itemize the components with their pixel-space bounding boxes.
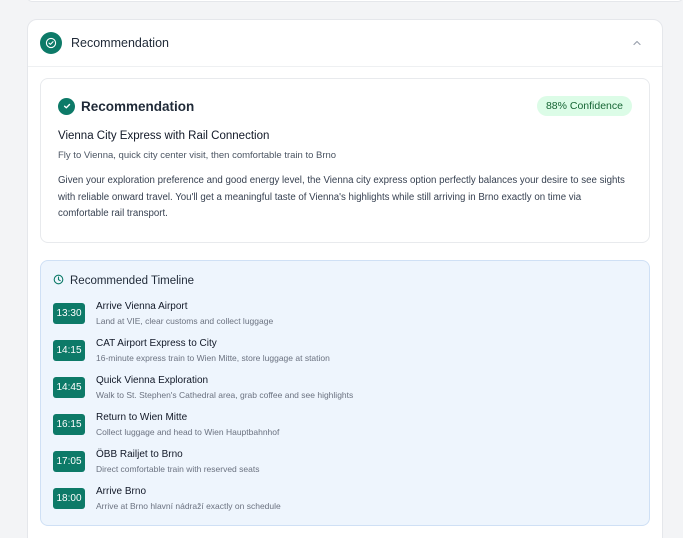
- time-badge: 14:15: [53, 340, 85, 361]
- accordion-title: Recommendation: [71, 36, 169, 50]
- recommendation-rationale: Given your exploration preference and go…: [58, 175, 625, 219]
- recommended-timeline: Recommended Timeline 13:30 Arrive Vienna…: [40, 260, 650, 526]
- check-circle-icon: [40, 32, 62, 54]
- time-badge: 18:00: [53, 488, 85, 509]
- time-badge: 13:30: [53, 303, 85, 324]
- timeline-item-title: Return to Wien Mitte: [96, 412, 188, 423]
- recommendation-header: Recommendation 88% Confidence: [58, 95, 632, 117]
- time-badge: 17:05: [53, 451, 85, 472]
- timeline-item-desc: Land at VIE, clear customs and collect l…: [96, 316, 274, 326]
- option-title: Vienna City Express with Rail Connection: [58, 130, 270, 142]
- timeline-item-title: Arrive Brno: [96, 486, 147, 497]
- timeline-item: 18:00 Arrive Brno Arrive at Brno hlavní …: [53, 485, 637, 522]
- timeline-item: 16:15 Return to Wien Mitte Collect lugga…: [53, 411, 637, 448]
- timeline-item: 13:30 Arrive Vienna Airport Land at VIE,…: [53, 300, 637, 337]
- timeline-item-desc: Arrive at Brno hlavní nádraží exactly on…: [96, 501, 281, 511]
- accordion-body: Recommendation 88% Confidence Vienna Cit…: [28, 67, 662, 526]
- chevron-up-icon[interactable]: [630, 36, 644, 50]
- confidence-badge: 88% Confidence: [536, 96, 632, 116]
- timeline-item-desc: Walk to St. Stephen's Cathedral area, gr…: [96, 390, 354, 400]
- option-subtitle: Fly to Vienna, quick city center visit, …: [58, 150, 337, 161]
- check-icon: [58, 97, 75, 115]
- accordion-header[interactable]: Recommendation: [28, 20, 662, 67]
- timeline-item-desc: Direct comfortable train with reserved s…: [96, 464, 260, 474]
- previous-card: [27, 0, 683, 2]
- timeline-item-desc: Collect luggage and head to Wien Hauptba…: [96, 427, 280, 437]
- recommendation-card: Recommendation 88% Confidence Vienna Cit…: [40, 78, 650, 243]
- timeline-list: 13:30 Arrive Vienna Airport Land at VIE,…: [53, 300, 637, 522]
- timeline-item: 14:15 CAT Airport Express to City 16-min…: [53, 337, 637, 374]
- time-badge: 16:15: [53, 414, 85, 435]
- timeline-item-title: Arrive Vienna Airport: [96, 301, 188, 312]
- timeline-item: 17:05 ÖBB Railjet to Brno Direct comfort…: [53, 448, 637, 485]
- timeline-item-title: ÖBB Railjet to Brno: [96, 449, 183, 460]
- timeline-item-title: Quick Vienna Exploration: [96, 375, 209, 386]
- recommendation-accordion: Recommendation Recommendation 88% Confid…: [27, 19, 663, 538]
- timeline-item-title: CAT Airport Express to City: [96, 338, 217, 349]
- recommendation-title: Recommendation: [81, 98, 195, 114]
- timeline-item-desc: 16-minute express train to Wien Mitte, s…: [96, 353, 330, 363]
- clock-icon: [53, 272, 64, 290]
- timeline-header: Recommended Timeline: [53, 273, 637, 289]
- time-badge: 14:45: [53, 377, 85, 398]
- timeline-title: Recommended Timeline: [70, 275, 195, 287]
- timeline-item: 14:45 Quick Vienna Exploration Walk to S…: [53, 374, 637, 411]
